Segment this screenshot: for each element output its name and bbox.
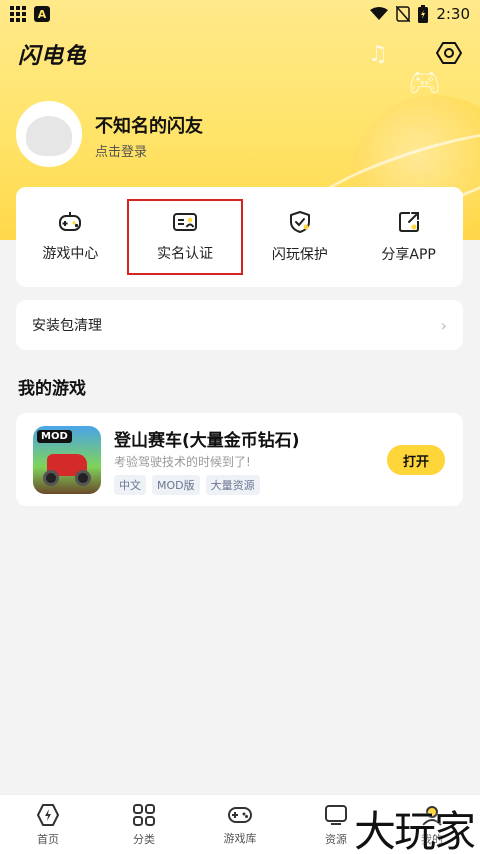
wheel-illustration [75, 470, 91, 486]
grid-icon [10, 6, 26, 22]
package-cleanup-label: 安装包清理 [32, 318, 102, 334]
nav-label: 资源 [325, 832, 347, 846]
section-title-my-games: 我的游戏 [18, 379, 86, 399]
nav-item-home[interactable]: 首页 [13, 803, 83, 847]
quick-menu-card: 游戏中心 实名认证 闪玩保护 分享APP [16, 187, 463, 287]
nav-item-category[interactable]: 分类 [109, 803, 179, 847]
resource-icon [325, 804, 347, 825]
wifi-icon [370, 7, 389, 20]
avatar-placeholder-icon [26, 116, 72, 156]
menu-item-label: 游戏中心 [42, 246, 99, 262]
clock: 2:30 [436, 5, 470, 23]
game-title[interactable]: 登山赛车(大量金币钻石) [114, 426, 300, 451]
menu-item-label: 闪玩保护 [271, 247, 328, 263]
mod-badge: MOD [37, 430, 72, 443]
wheel-illustration [43, 470, 59, 486]
no-sim-icon [396, 6, 411, 22]
watermark-logo: 大玩家 [353, 807, 476, 854]
game-description: 考验驾驶技术的时候到了! [114, 455, 251, 469]
hexagon-settings-icon [436, 42, 462, 64]
avatar[interactable] [16, 101, 82, 167]
menu-item-label: 分享APP [381, 247, 436, 263]
id-card-icon [173, 213, 198, 231]
share-icon [398, 212, 419, 232]
music-note-icon: ♫ [368, 42, 388, 67]
nav-label: 首页 [37, 832, 59, 846]
category-grid-icon [133, 803, 155, 826]
battery-icon [418, 5, 429, 23]
open-game-button[interactable]: 打开 [387, 445, 445, 475]
tag: 大量资源 [205, 475, 260, 495]
game-card[interactable]: MOD 登山赛车(大量金币钻石) 考验驾驶技术的时候到了! 中文 MOD版 大量… [16, 413, 463, 506]
menu-item-real-name-verification[interactable]: 实名认证 [127, 199, 244, 275]
gamepad-icon [228, 806, 252, 823]
menu-item-game-center[interactable]: 游戏中心 [20, 197, 120, 277]
login-prompt[interactable]: 点击登录 [95, 141, 147, 160]
menu-item-play-protection[interactable]: 闪玩保护 [250, 197, 350, 277]
status-bar: A 2:30 [0, 0, 480, 28]
profile-name[interactable]: 不知名的闪友 [95, 112, 203, 138]
shield-check-icon [289, 211, 310, 233]
menu-item-share-app[interactable]: 分享APP [359, 197, 459, 277]
tag: MOD版 [152, 475, 200, 495]
gamepad-icon [59, 212, 82, 231]
settings-button[interactable] [434, 38, 464, 68]
home-bolt-icon [37, 803, 59, 826]
game-icon[interactable]: MOD [33, 426, 101, 494]
a-badge-icon: A [34, 6, 50, 22]
nav-item-game-library[interactable]: 游戏库 [205, 804, 275, 846]
game-tags: 中文 MOD版 大量资源 [114, 475, 260, 495]
app-title: 闪电龟 [18, 44, 88, 69]
menu-item-label: 实名认证 [157, 246, 214, 262]
nav-label: 游戏库 [223, 831, 257, 845]
tag: 中文 [114, 475, 146, 495]
nav-label: 分类 [133, 832, 155, 846]
package-cleanup-row[interactable]: 安装包清理 › [16, 300, 463, 350]
chevron-right-icon: › [440, 315, 447, 335]
gamepad-decoration-icon: 🎮︎ [408, 68, 442, 98]
